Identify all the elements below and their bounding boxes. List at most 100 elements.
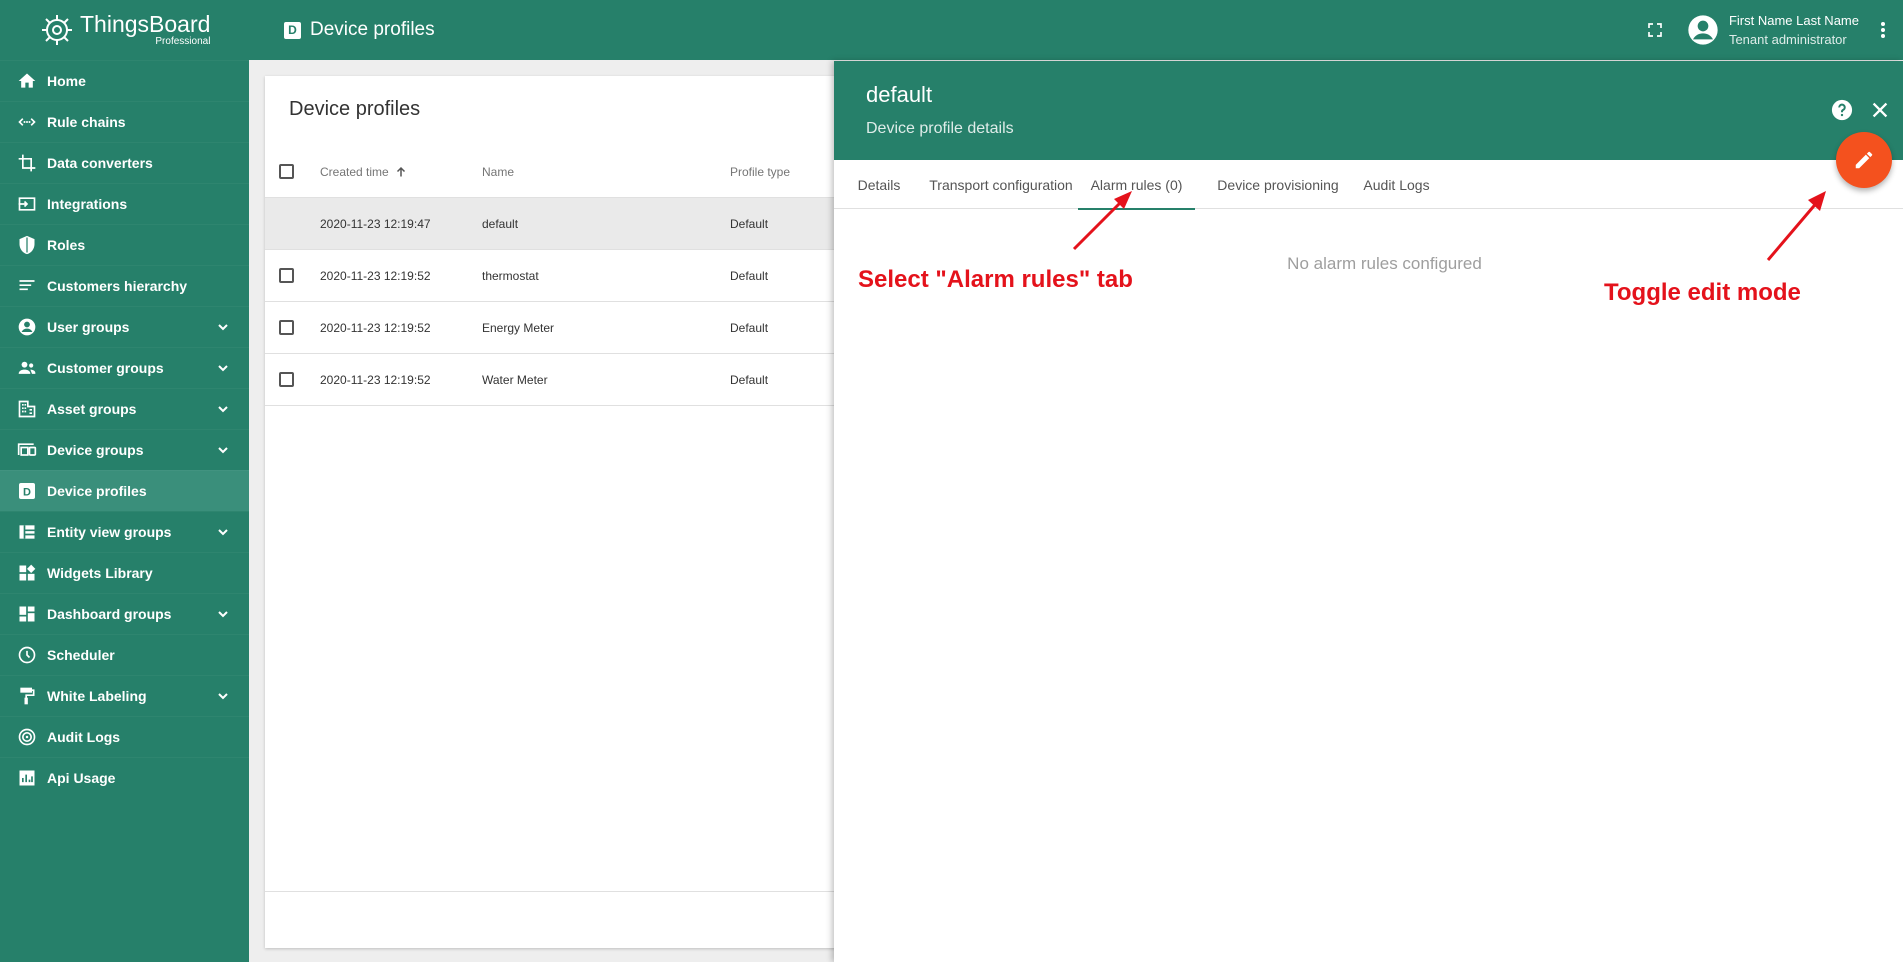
device-profiles-table: Created time Name Profile type 2020-11-2…: [265, 146, 865, 406]
sidebar-item-device-profiles[interactable]: D Device profiles: [0, 470, 249, 511]
annotation-arrow-tabs: [1072, 191, 1132, 251]
sidebar-item-label: Rule chains: [47, 114, 126, 130]
sidebar-item-label: Widgets Library: [47, 565, 153, 581]
fullscreen-icon[interactable]: [1643, 18, 1667, 42]
sidebar-item-home[interactable]: Home: [0, 60, 249, 101]
tab-details[interactable]: Details: [834, 160, 924, 209]
sidebar-item-dashboard-groups[interactable]: Dashboard groups: [0, 593, 249, 634]
chevron-down-icon[interactable]: [215, 524, 231, 540]
device-groups-icon: [16, 439, 38, 461]
svg-text:D: D: [23, 487, 31, 499]
table-paginator: [265, 891, 865, 948]
table-row[interactable]: 2020-11-23 12:19:52 Energy Meter Default: [265, 302, 865, 354]
table-row[interactable]: 2020-11-23 12:19:47 default Default: [265, 198, 865, 250]
logo-title: ThingsBoard: [80, 11, 211, 37]
chevron-down-icon[interactable]: [215, 401, 231, 417]
more-vert-icon[interactable]: [1871, 18, 1895, 42]
sidebar-item-integrations[interactable]: Integrations: [0, 183, 249, 224]
logo[interactable]: ThingsBoard Professional: [0, 0, 249, 60]
sidebar: ThingsBoard Professional Home Rule chain…: [0, 0, 249, 962]
sidebar-item-audit-logs[interactable]: Audit Logs: [0, 716, 249, 757]
row-checkbox[interactable]: [279, 372, 294, 387]
top-toolbar: D Device profiles First Name Last Name T…: [249, 0, 1903, 60]
annotation-toggle-edit-mode: Toggle edit mode: [1604, 279, 1801, 306]
widgets-library-icon: [16, 562, 38, 584]
cell-name: thermostat: [482, 268, 539, 283]
chevron-down-icon[interactable]: [215, 360, 231, 376]
cell-created-time: 2020-11-23 12:19:52: [320, 372, 431, 387]
cell-name: Water Meter: [482, 372, 548, 387]
cell-profile-type: Default: [730, 372, 769, 387]
sidebar-item-scheduler[interactable]: Scheduler: [0, 634, 249, 675]
sidebar-item-label: Entity view groups: [47, 524, 172, 540]
cell-created-time: 2020-11-23 12:19:52: [320, 320, 431, 335]
tab-transport-configuration[interactable]: Transport configuration: [924, 160, 1078, 209]
avatar[interactable]: [1687, 14, 1719, 46]
chevron-down-icon[interactable]: [215, 606, 231, 622]
arrow-up-icon: [396, 166, 405, 176]
table-row[interactable]: 2020-11-23 12:19:52 thermostat Default: [265, 250, 865, 302]
device-profiles-title-icon: D: [284, 21, 301, 39]
sidebar-item-white-labeling[interactable]: White Labeling: [0, 675, 249, 716]
sidebar-item-customer-groups[interactable]: Customer groups: [0, 347, 249, 388]
sidebar-item-entity-view-groups[interactable]: Entity view groups: [0, 511, 249, 552]
data-converters-icon: [16, 152, 38, 174]
thingsboard-logo-icon: [42, 15, 72, 45]
scheduler-icon: [16, 644, 38, 666]
edit-mode-button[interactable]: [1836, 132, 1892, 188]
sidebar-item-label: Device profiles: [47, 483, 147, 499]
entity-view-groups-icon: [16, 521, 38, 543]
integrations-icon: [16, 193, 38, 215]
cell-name: default: [482, 216, 519, 231]
column-header-name[interactable]: Name: [482, 165, 730, 179]
customer-groups-icon: [16, 357, 38, 379]
help-icon[interactable]: [1831, 99, 1853, 121]
details-panel: default Device profile details Details T…: [834, 61, 1903, 962]
column-header-label: Created time: [320, 164, 389, 179]
chevron-down-icon[interactable]: [215, 319, 231, 335]
sidebar-item-rule-chains[interactable]: Rule chains: [0, 101, 249, 142]
annotation-arrow-edit: [1766, 191, 1826, 261]
cell-name: Energy Meter: [482, 320, 555, 335]
user-role: Tenant administrator: [1728, 32, 1847, 47]
cell-profile-type: Default: [730, 320, 769, 335]
asset-groups-icon: [16, 398, 38, 420]
annotation-select-alarm-rules: Select "Alarm rules" tab: [858, 266, 1133, 293]
sidebar-item-device-groups[interactable]: Device groups: [0, 429, 249, 470]
sidebar-item-data-converters[interactable]: Data converters: [0, 142, 249, 183]
sidebar-item-widgets-library[interactable]: Widgets Library: [0, 552, 249, 593]
user-groups-icon: [16, 316, 38, 338]
device-profiles-card: Device profiles Created time Name Profil…: [265, 76, 865, 948]
cell-created-time: 2020-11-23 12:19:47: [320, 216, 431, 231]
column-header-profile-type[interactable]: Profile type: [730, 165, 850, 179]
sidebar-item-api-usage[interactable]: Api Usage: [0, 757, 249, 798]
row-checkbox[interactable]: [279, 268, 294, 283]
cell-created-time: 2020-11-23 12:19:52: [320, 268, 431, 283]
sidebar-item-label: Home: [47, 73, 86, 89]
sidebar-item-label: Data converters: [47, 155, 153, 171]
sidebar-item-label: Roles: [47, 237, 86, 253]
close-icon[interactable]: [1869, 99, 1891, 121]
rule-chains-icon: [16, 111, 38, 133]
sidebar-item-label: User groups: [47, 319, 130, 335]
column-header-created-time[interactable]: Created time: [320, 165, 482, 179]
table-row[interactable]: 2020-11-23 12:19:52 Water Meter Default: [265, 354, 865, 406]
details-panel-header: default Device profile details: [834, 61, 1903, 160]
sidebar-item-user-groups[interactable]: User groups: [0, 306, 249, 347]
sidebar-item-asset-groups[interactable]: Asset groups: [0, 388, 249, 429]
row-checkbox[interactable]: [279, 320, 294, 335]
select-all-checkbox[interactable]: [279, 164, 294, 179]
white-labeling-icon: [16, 685, 38, 707]
tab-device-provisioning[interactable]: Device provisioning: [1195, 160, 1361, 209]
sidebar-item-customers-hierarchy[interactable]: Customers hierarchy: [0, 265, 249, 306]
sidebar-item-label: Customer groups: [47, 360, 164, 376]
sidebar-item-label: Scheduler: [47, 647, 115, 663]
device-profiles-icon: D: [16, 480, 38, 502]
sidebar-item-label: Device groups: [47, 442, 144, 458]
tab-audit-logs[interactable]: Audit Logs: [1361, 160, 1432, 209]
roles-icon: [16, 234, 38, 256]
sidebar-item-roles[interactable]: Roles: [0, 224, 249, 265]
chevron-down-icon[interactable]: [215, 688, 231, 704]
chevron-down-icon[interactable]: [215, 442, 231, 458]
user-name: First Name Last Name: [1728, 13, 1859, 28]
